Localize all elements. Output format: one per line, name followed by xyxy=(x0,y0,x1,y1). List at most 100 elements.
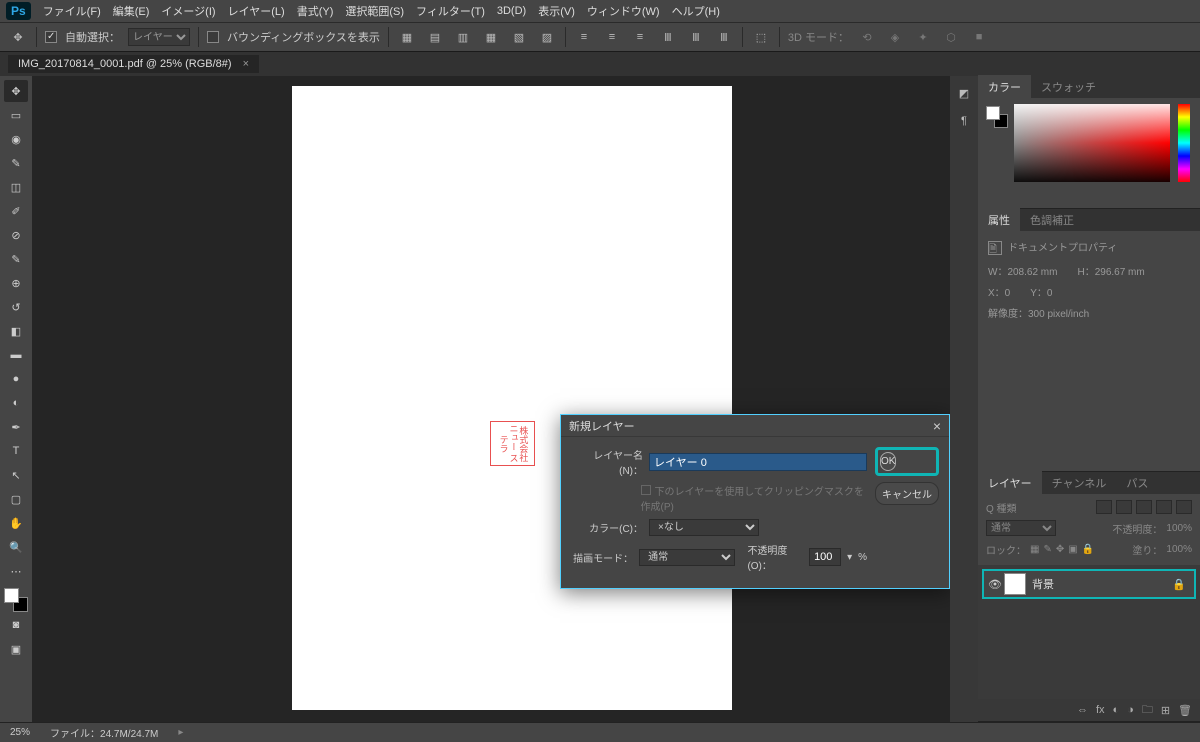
align-icon[interactable]: ▧ xyxy=(509,27,529,47)
filter-kind[interactable]: Q 種類 xyxy=(986,500,1017,515)
zoom-level[interactable]: 25% xyxy=(10,727,30,738)
zoom-tool[interactable]: 🔍 xyxy=(4,536,28,558)
menu-type[interactable]: 書式(Y) xyxy=(297,3,334,19)
eyedropper-tool[interactable]: ✐ xyxy=(4,200,28,222)
menu-filter[interactable]: フィルター(T) xyxy=(416,3,485,19)
tab-channels[interactable]: チャンネル xyxy=(1042,471,1117,495)
lasso-tool[interactable]: ◉ xyxy=(4,128,28,150)
3d-icon[interactable]: ⟲ xyxy=(857,27,877,47)
file-info[interactable]: ファイル：24.7M/24.7M xyxy=(50,725,158,740)
char-panel-icon[interactable]: ¶ xyxy=(955,112,973,130)
lock-icon[interactable]: ▦ xyxy=(1030,544,1039,555)
3d-icon[interactable]: ◈ xyxy=(885,27,905,47)
menu-help[interactable]: ヘルプ(H) xyxy=(672,3,720,19)
distribute-icon[interactable]: ≡ xyxy=(574,27,594,47)
lock-icon[interactable]: 🔒 xyxy=(1082,544,1094,555)
tab-layers[interactable]: レイヤー xyxy=(978,471,1042,495)
tab-color[interactable]: カラー xyxy=(978,75,1031,99)
filter-adjust-icon[interactable] xyxy=(1116,500,1132,514)
document-tab[interactable]: IMG_20170814_0001.pdf @ 25% (RGB/8#) × xyxy=(8,55,259,73)
path-tool[interactable]: ↖ xyxy=(4,464,28,486)
ok-button[interactable]: OK xyxy=(880,452,896,471)
blur-tool[interactable]: ● xyxy=(4,368,28,390)
align-icon[interactable]: ▤ xyxy=(425,27,445,47)
align-icon[interactable]: ▨ xyxy=(537,27,557,47)
tab-properties[interactable]: 属性 xyxy=(978,208,1020,232)
mask-icon[interactable]: ◐ xyxy=(1113,704,1120,716)
canvas[interactable] xyxy=(292,86,732,710)
screenmode-tool[interactable]: ▣ xyxy=(4,638,28,660)
lock-icon[interactable]: 🔒 xyxy=(1172,578,1186,591)
trash-icon[interactable]: 🗑 xyxy=(1178,704,1192,717)
distribute-icon[interactable]: ≡ xyxy=(602,27,622,47)
edit-toolbar[interactable]: ⋯ xyxy=(4,560,28,582)
menu-file[interactable]: ファイル(F) xyxy=(43,3,101,19)
pen-tool[interactable]: ✒ xyxy=(4,416,28,438)
stamp-tool[interactable]: ⊕ xyxy=(4,272,28,294)
crop-tool[interactable]: ◫ xyxy=(4,176,28,198)
gradient-tool[interactable]: ▬ xyxy=(4,344,28,366)
marquee-tool[interactable]: ▭ xyxy=(4,104,28,126)
distribute-icon[interactable]: Ⅲ xyxy=(686,27,706,47)
tab-paths[interactable]: パス xyxy=(1116,471,1158,495)
lock-icon[interactable]: ✎ xyxy=(1043,544,1051,555)
lock-icon[interactable]: ▣ xyxy=(1068,544,1077,555)
move-tool[interactable]: ✥ xyxy=(4,80,28,102)
color-swatch[interactable] xyxy=(986,106,1008,128)
dodge-tool[interactable]: ◐ xyxy=(4,392,28,414)
group-icon[interactable]: 🗀 xyxy=(1142,701,1153,720)
menu-layer[interactable]: レイヤー(L) xyxy=(228,3,285,19)
tab-adjustments[interactable]: 色調補正 xyxy=(1020,208,1084,232)
fx-icon[interactable]: fx xyxy=(1096,704,1105,716)
history-panel-icon[interactable]: ◩ xyxy=(955,84,973,102)
blend-select[interactable]: 通常 xyxy=(986,520,1056,536)
color-swatch[interactable] xyxy=(4,588,28,612)
brush-tool[interactable]: ✎ xyxy=(4,248,28,270)
menu-view[interactable]: 表示(V) xyxy=(538,3,575,19)
distribute-icon[interactable]: ≡ xyxy=(630,27,650,47)
hand-tool[interactable]: ✋ xyxy=(4,512,28,534)
new-layer-icon[interactable]: ⊞ xyxy=(1161,704,1170,717)
bbox-checkbox[interactable] xyxy=(207,31,219,43)
opacity-val[interactable]: 100% xyxy=(1166,523,1192,534)
color-picker-area[interactable] xyxy=(1014,104,1170,182)
align-icon[interactable]: ▦ xyxy=(481,27,501,47)
eraser-tool[interactable]: ◧ xyxy=(4,320,28,342)
auto-align-icon[interactable]: ⬚ xyxy=(751,27,771,47)
color-select[interactable]: ×なし xyxy=(649,519,759,536)
history-brush-tool[interactable]: ↺ xyxy=(4,296,28,318)
fill-val[interactable]: 100% xyxy=(1166,544,1192,555)
filter-type-icon[interactable] xyxy=(1136,500,1152,514)
cancel-button[interactable]: キャンセル xyxy=(875,482,939,505)
layer-thumbnail[interactable] xyxy=(1004,573,1026,595)
link-icon[interactable]: ⇔ xyxy=(1077,704,1088,716)
visibility-icon[interactable]: 👁 xyxy=(986,578,1004,591)
hue-slider[interactable] xyxy=(1178,104,1190,182)
menu-select[interactable]: 選択範囲(S) xyxy=(345,3,404,19)
3d-icon[interactable]: ⬡ xyxy=(941,27,961,47)
adjustment-icon[interactable]: ◑ xyxy=(1127,704,1134,716)
canvas-area[interactable]: 株式会社 ニュー ステラ 新規レイヤー × レイヤー名(N)： 下のレイヤーを使… xyxy=(32,76,950,722)
auto-select-checkbox[interactable] xyxy=(45,31,57,43)
quick-select-tool[interactable]: ✎ xyxy=(4,152,28,174)
shape-tool[interactable]: ▢ xyxy=(4,488,28,510)
menu-image[interactable]: イメージ(I) xyxy=(161,3,215,19)
filter-pixel-icon[interactable] xyxy=(1096,500,1112,514)
filter-smart-icon[interactable] xyxy=(1176,500,1192,514)
tab-swatches[interactable]: スウォッチ xyxy=(1031,75,1106,99)
3d-icon[interactable]: ■ xyxy=(969,27,989,47)
close-tab-icon[interactable]: × xyxy=(243,58,249,70)
layer-name-input[interactable] xyxy=(649,453,867,471)
menu-edit[interactable]: 編集(E) xyxy=(113,3,150,19)
healing-tool[interactable]: ⊘ xyxy=(4,224,28,246)
type-tool[interactable]: T xyxy=(4,440,28,462)
auto-select-target[interactable]: レイヤー xyxy=(128,28,190,46)
filter-shape-icon[interactable] xyxy=(1156,500,1172,514)
menu-window[interactable]: ウィンドウ(W) xyxy=(587,3,660,19)
blendmode-select[interactable]: 通常 xyxy=(639,549,735,566)
move-tool-icon[interactable]: ✥ xyxy=(8,27,28,47)
close-icon[interactable]: × xyxy=(933,418,941,434)
quickmask-tool[interactable]: ◙ xyxy=(4,614,28,636)
distribute-icon[interactable]: Ⅲ xyxy=(714,27,734,47)
layer-name[interactable]: 背景 xyxy=(1032,576,1172,592)
